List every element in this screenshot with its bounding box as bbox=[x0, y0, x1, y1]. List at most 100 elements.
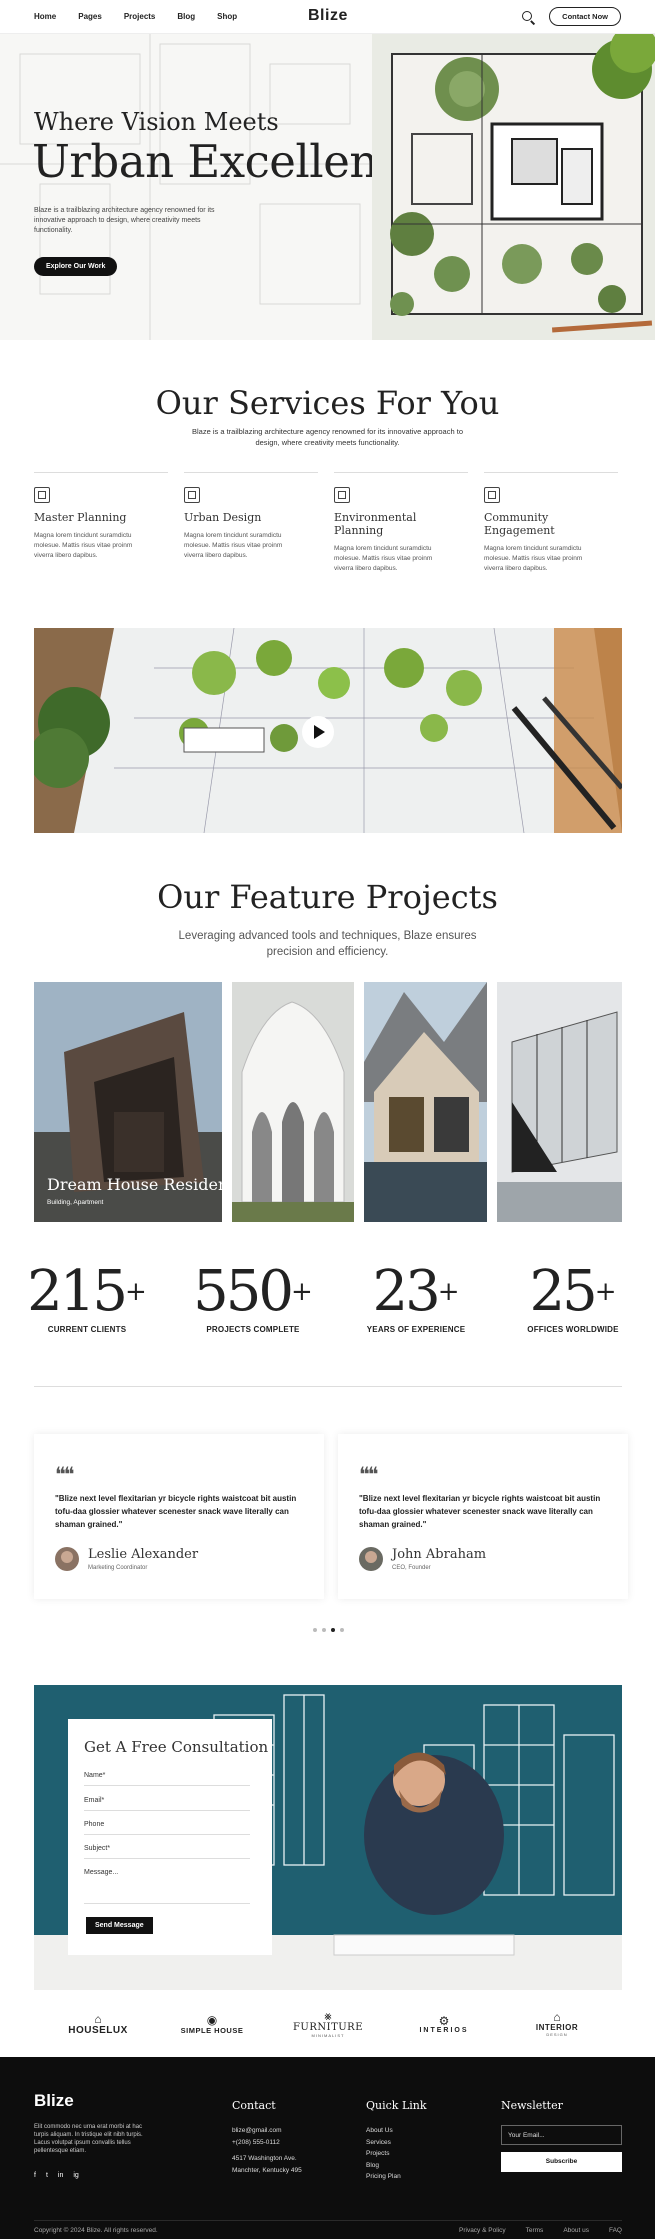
lamp-icon: ⨳ bbox=[324, 2009, 332, 2023]
facebook-icon[interactable]: f bbox=[34, 2172, 36, 2179]
footer-link-services[interactable]: Services bbox=[366, 2137, 401, 2149]
service-description: Magna lorem tincidunt suramdictu molesue… bbox=[484, 545, 583, 572]
service-card[interactable]: Urban Design Magna lorem tincidunt suram… bbox=[184, 472, 318, 561]
search-icon[interactable] bbox=[521, 10, 535, 24]
privacy-link[interactable]: Privacy & Policy bbox=[459, 2227, 506, 2234]
footer-link-pricing[interactable]: Pricing Plan bbox=[366, 2171, 401, 2183]
brand-interios: ⚙ INTERIOS bbox=[419, 2013, 469, 2034]
subscribe-button[interactable]: Subscribe bbox=[501, 2152, 622, 2172]
testimonial-quote: "Blize next level flexitarian yr bicycle… bbox=[359, 1494, 601, 1529]
nav-projects[interactable]: Projects bbox=[124, 12, 156, 21]
testimonial-card: ❝❝ "Blize next level flexitarian yr bicy… bbox=[34, 1434, 324, 1599]
service-card[interactable]: Community Engagement Magna lorem tincidu… bbox=[484, 472, 618, 574]
message-field[interactable]: Message... bbox=[84, 1862, 250, 1904]
divider bbox=[34, 1386, 622, 1387]
terms-link[interactable]: Terms bbox=[526, 2227, 544, 2234]
contact-phone[interactable]: +(208) 555-0112 bbox=[232, 2137, 302, 2149]
project-card-mountain-house[interactable] bbox=[364, 982, 487, 1222]
explore-work-button[interactable]: Explore Our Work bbox=[34, 257, 118, 276]
building-icon bbox=[184, 487, 200, 503]
testimonial-role: CEO, Founder bbox=[392, 1565, 431, 1571]
carousel-dot[interactable] bbox=[313, 1628, 317, 1632]
consultation-form: Get A Free Consultation Name* Email* Pho… bbox=[68, 1719, 272, 1955]
stat-years-experience: 23+ YEARS OF EXPERIENCE bbox=[341, 1263, 491, 1335]
quote-icon: ❝❝ bbox=[55, 1462, 74, 1486]
phone-field[interactable]: Phone bbox=[84, 1814, 250, 1835]
faq-link[interactable]: FAQ bbox=[609, 2227, 622, 2234]
form-title: Get A Free Consultation bbox=[84, 1738, 269, 1756]
testimonial-role: Marketing Coordinator bbox=[88, 1565, 148, 1571]
environment-icon bbox=[334, 487, 350, 503]
stat-label: YEARS OF EXPERIENCE bbox=[366, 1325, 466, 1334]
avatar bbox=[55, 1547, 79, 1571]
name-field[interactable]: Name* bbox=[84, 1765, 250, 1786]
about-link[interactable]: About us bbox=[563, 2227, 589, 2234]
project-title: Dream House Residential bbox=[47, 1175, 255, 1194]
hero-eyebrow: Where Vision Meets bbox=[34, 108, 279, 136]
gear-badge-icon: ⚙ bbox=[438, 2013, 450, 2028]
service-card[interactable]: Master Planning Magna lorem tincidunt su… bbox=[34, 472, 168, 561]
stat-value: 23 bbox=[372, 1259, 440, 1324]
contact-now-button[interactable]: Contact Now bbox=[549, 7, 621, 26]
quick-link-heading: Quick Link bbox=[366, 2099, 427, 2112]
carousel-dots bbox=[313, 1628, 344, 1632]
blueprint-icon bbox=[34, 487, 50, 503]
carousel-dot[interactable] bbox=[322, 1628, 326, 1632]
nav-blog[interactable]: Blog bbox=[177, 12, 195, 21]
contact-list: blize@gmail.com +(208) 555-0112 4517 Was… bbox=[232, 2125, 302, 2176]
subject-field[interactable]: Subject* bbox=[84, 1838, 250, 1859]
stat-suffix: + bbox=[291, 1277, 313, 1307]
hero-description: Blaze is a trailblazing architecture age… bbox=[34, 207, 215, 234]
contact-email[interactable]: blize@gmail.com bbox=[232, 2125, 302, 2137]
nav-actions: Contact Now bbox=[521, 7, 621, 26]
carousel-dot[interactable] bbox=[340, 1628, 344, 1632]
footer-link-blog[interactable]: Blog bbox=[366, 2160, 401, 2172]
footer-logo[interactable]: Blize bbox=[34, 2091, 74, 2111]
nav-home[interactable]: Home bbox=[34, 12, 56, 21]
logo[interactable]: Blize bbox=[308, 7, 348, 25]
social-links: f t in ig bbox=[34, 2172, 79, 2179]
stat-value: 550 bbox=[193, 1259, 294, 1324]
project-tags: Building, Apartment bbox=[47, 1199, 104, 1206]
newsletter-heading: Newsletter bbox=[501, 2099, 563, 2112]
project-card-arches[interactable] bbox=[232, 982, 354, 1222]
project-card-glass-building[interactable] bbox=[497, 982, 622, 1222]
legal-links: Privacy & Policy Terms About us FAQ bbox=[459, 2227, 622, 2234]
service-description: Magna lorem tincidunt suramdictu molesue… bbox=[334, 545, 433, 572]
service-card[interactable]: Environmental Planning Magna lorem tinci… bbox=[334, 472, 468, 574]
footer-link-about[interactable]: About Us bbox=[366, 2125, 401, 2137]
carousel-dot-active[interactable] bbox=[331, 1628, 335, 1632]
instagram-icon[interactable]: ig bbox=[73, 2172, 78, 2179]
testimonial-card: ❝❝ "Blize next level flexitarian yr bicy… bbox=[338, 1434, 628, 1599]
footer-link-projects[interactable]: Projects bbox=[366, 2148, 401, 2160]
projects-subtitle: Leveraging advanced tools and techniques… bbox=[178, 930, 477, 958]
house-outline-icon: ⌂ bbox=[553, 2010, 561, 2024]
email-field[interactable]: Email* bbox=[84, 1790, 250, 1811]
nav-pages[interactable]: Pages bbox=[78, 12, 102, 21]
nav-links: Home Pages Projects Blog Shop bbox=[34, 12, 237, 21]
stat-label: OFFICES WORLDWIDE bbox=[527, 1325, 619, 1334]
stat-value: 25 bbox=[529, 1259, 597, 1324]
circle-house-icon: ◉ bbox=[206, 2012, 218, 2027]
footer-description: Elit commodo nec urna erat morbi at hac … bbox=[34, 2124, 143, 2154]
top-navigation: Home Pages Projects Blog Shop Blize Cont… bbox=[0, 0, 655, 34]
twitter-icon[interactable]: t bbox=[46, 2172, 48, 2179]
hero-floorplan-image bbox=[372, 34, 655, 340]
services-title: Our Services For You bbox=[155, 384, 500, 422]
services-subtitle: Blaze is a trailblazing architecture age… bbox=[192, 427, 463, 447]
newsletter-email-input[interactable]: Your Email... bbox=[501, 2125, 622, 2145]
play-button[interactable] bbox=[302, 716, 334, 748]
stat-current-clients: 215+ CURRENT CLIENTS bbox=[12, 1263, 162, 1335]
stat-projects-complete: 550+ PROJECTS COMPLETE bbox=[178, 1263, 328, 1335]
brand-houselux: ⌂ HOUSELUX bbox=[68, 2011, 128, 2036]
send-message-button[interactable]: Send Message bbox=[86, 1917, 153, 1934]
service-title: Community Engagement bbox=[484, 511, 555, 537]
nav-shop[interactable]: Shop bbox=[217, 12, 237, 21]
stat-offices-worldwide: 25+ OFFICES WORLDWIDE bbox=[498, 1263, 648, 1335]
linkedin-icon[interactable]: in bbox=[58, 2172, 63, 2179]
copyright: Copyright © 2024 Blize. All rights reser… bbox=[34, 2227, 158, 2234]
footer-bottom-bar: Copyright © 2024 Blize. All rights reser… bbox=[34, 2220, 622, 2234]
service-description: Magna lorem tincidunt suramdictu molesue… bbox=[34, 532, 133, 559]
brand-interior-design: ⌂ INTERIOR DESIGN bbox=[535, 2010, 579, 2037]
quote-icon: ❝❝ bbox=[359, 1462, 378, 1486]
